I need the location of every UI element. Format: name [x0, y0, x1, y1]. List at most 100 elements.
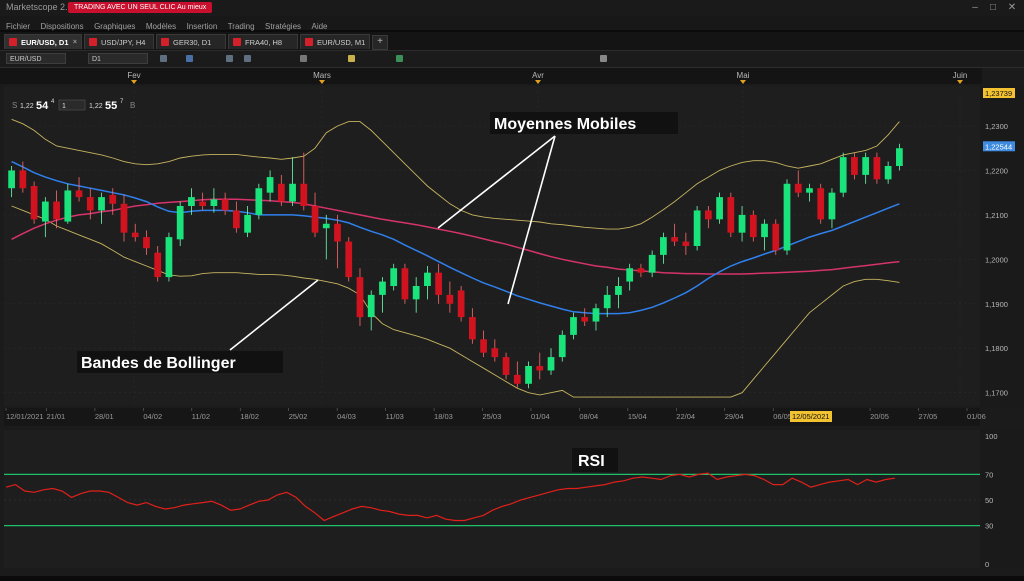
candle-body[interactable] [424, 272, 431, 286]
candle-body[interactable] [806, 188, 813, 193]
add-tab-button[interactable]: + [372, 35, 388, 50]
candle-body[interactable] [300, 183, 308, 206]
candle-body[interactable] [266, 177, 274, 193]
candle-body[interactable] [839, 157, 847, 193]
minimize-icon[interactable]: – [968, 2, 982, 13]
candle-body[interactable] [468, 317, 476, 340]
candle-body[interactable] [547, 357, 555, 371]
candle-body[interactable] [64, 190, 72, 222]
candle-body[interactable] [53, 201, 60, 220]
candle-body[interactable] [188, 197, 195, 206]
candle-body[interactable] [390, 268, 398, 286]
candle-body[interactable] [637, 268, 645, 273]
crosshair-icon[interactable] [300, 55, 307, 62]
candle-body[interactable] [615, 286, 622, 295]
candle-body[interactable] [626, 268, 634, 282]
candle-body[interactable] [648, 254, 656, 273]
chart-area[interactable]: Fev Mars Avr Mai Juin 1,2300 1,2200 1,2100 1,20… [0, 68, 1024, 576]
candle-body[interactable] [862, 157, 870, 175]
candle-body[interactable] [727, 197, 735, 233]
candle-body[interactable] [817, 188, 825, 220]
tab-eurusd-d1[interactable]: EUR/USD, D1 × [4, 34, 82, 49]
candle-body[interactable] [345, 241, 353, 278]
candle-body[interactable] [176, 206, 184, 240]
candle-body[interactable] [412, 286, 420, 300]
candle-body[interactable] [446, 294, 454, 304]
candle-body[interactable] [851, 157, 858, 175]
tab-eurusd-m1[interactable]: EUR/USD, M1 [300, 34, 370, 49]
candle-body[interactable] [98, 197, 105, 211]
candle-body[interactable] [30, 186, 38, 220]
candle-body[interactable] [435, 272, 443, 295]
tab-close-icon[interactable]: × [73, 35, 77, 50]
candle-body[interactable] [289, 183, 296, 202]
candle-body[interactable] [109, 194, 117, 204]
candle-body[interactable] [570, 317, 577, 335]
candle-body[interactable] [379, 281, 386, 295]
candle-body[interactable] [513, 374, 521, 384]
candle-body[interactable] [356, 277, 364, 318]
one-click-trading-banner[interactable]: TRADING AVEC UN SEUL CLIC Au mieux [68, 2, 213, 13]
settings-icon[interactable] [600, 55, 607, 62]
candle-body[interactable] [232, 210, 240, 229]
draw-icon[interactable] [186, 55, 193, 62]
candle-body[interactable] [154, 252, 162, 278]
timeframe-select[interactable]: D1 [88, 53, 148, 64]
close-icon[interactable]: ✕ [1005, 2, 1019, 13]
candle-body[interactable] [749, 214, 757, 238]
candle-body[interactable] [41, 201, 49, 222]
maximize-icon[interactable]: □ [986, 2, 1000, 13]
candle-body[interactable] [828, 192, 836, 220]
price-chart-svg[interactable]: Fev Mars Avr Mai Juin 1,2300 1,2200 1,2100 1,20… [0, 68, 1024, 576]
indicator-icon[interactable] [348, 55, 355, 62]
candle-body[interactable] [660, 237, 667, 255]
bar-chart-icon[interactable] [160, 55, 167, 62]
candle-body[interactable] [502, 357, 510, 375]
candle-body[interactable] [581, 317, 589, 322]
candle-body[interactable] [277, 183, 285, 202]
candle-body[interactable] [199, 201, 207, 206]
candle-body[interactable] [86, 197, 94, 211]
candle-body[interactable] [873, 157, 881, 180]
candle-body[interactable] [75, 190, 83, 198]
sell-pips[interactable]: 54 [36, 100, 49, 112]
tab-ger30-d1[interactable]: GER30, D1 [156, 34, 226, 49]
candle-body[interactable] [592, 308, 600, 322]
candle-body[interactable] [480, 339, 487, 353]
candle-body[interactable] [367, 294, 375, 318]
candle-body[interactable] [165, 237, 173, 278]
candle-body[interactable] [693, 210, 701, 246]
candle-body[interactable] [334, 223, 341, 242]
candle-body[interactable] [896, 148, 903, 166]
candle-body[interactable] [783, 183, 791, 251]
candle-body[interactable] [761, 223, 768, 238]
candle-body[interactable] [704, 210, 712, 220]
candle-body[interactable] [131, 232, 139, 238]
candle-body[interactable] [322, 223, 330, 229]
candle-body[interactable] [603, 294, 611, 309]
candle-body[interactable] [19, 170, 27, 189]
candle-body[interactable] [457, 290, 465, 318]
candle-body[interactable] [491, 348, 499, 358]
candle-body[interactable] [772, 223, 780, 251]
candle-body[interactable] [558, 334, 566, 358]
candle-body[interactable] [884, 166, 892, 180]
candle-body[interactable] [794, 183, 802, 193]
candle-body[interactable] [401, 268, 409, 300]
candle-body[interactable] [210, 199, 218, 206]
candle-body[interactable] [311, 206, 319, 233]
candle-body[interactable] [255, 188, 263, 215]
candle-body[interactable] [536, 366, 544, 371]
candle-body[interactable] [738, 214, 746, 233]
line-icon[interactable] [396, 55, 403, 62]
candle-body[interactable] [8, 170, 15, 189]
candle-body[interactable] [221, 199, 229, 211]
candle-body[interactable] [143, 237, 150, 249]
buy-pips[interactable]: 55 [105, 100, 117, 112]
candle-body[interactable] [671, 237, 679, 242]
candle-body[interactable] [682, 241, 690, 246]
candle-body[interactable] [244, 214, 251, 233]
zoom-in-icon[interactable] [226, 55, 233, 62]
candle-body[interactable] [716, 197, 723, 220]
zoom-out-icon[interactable] [244, 55, 251, 62]
